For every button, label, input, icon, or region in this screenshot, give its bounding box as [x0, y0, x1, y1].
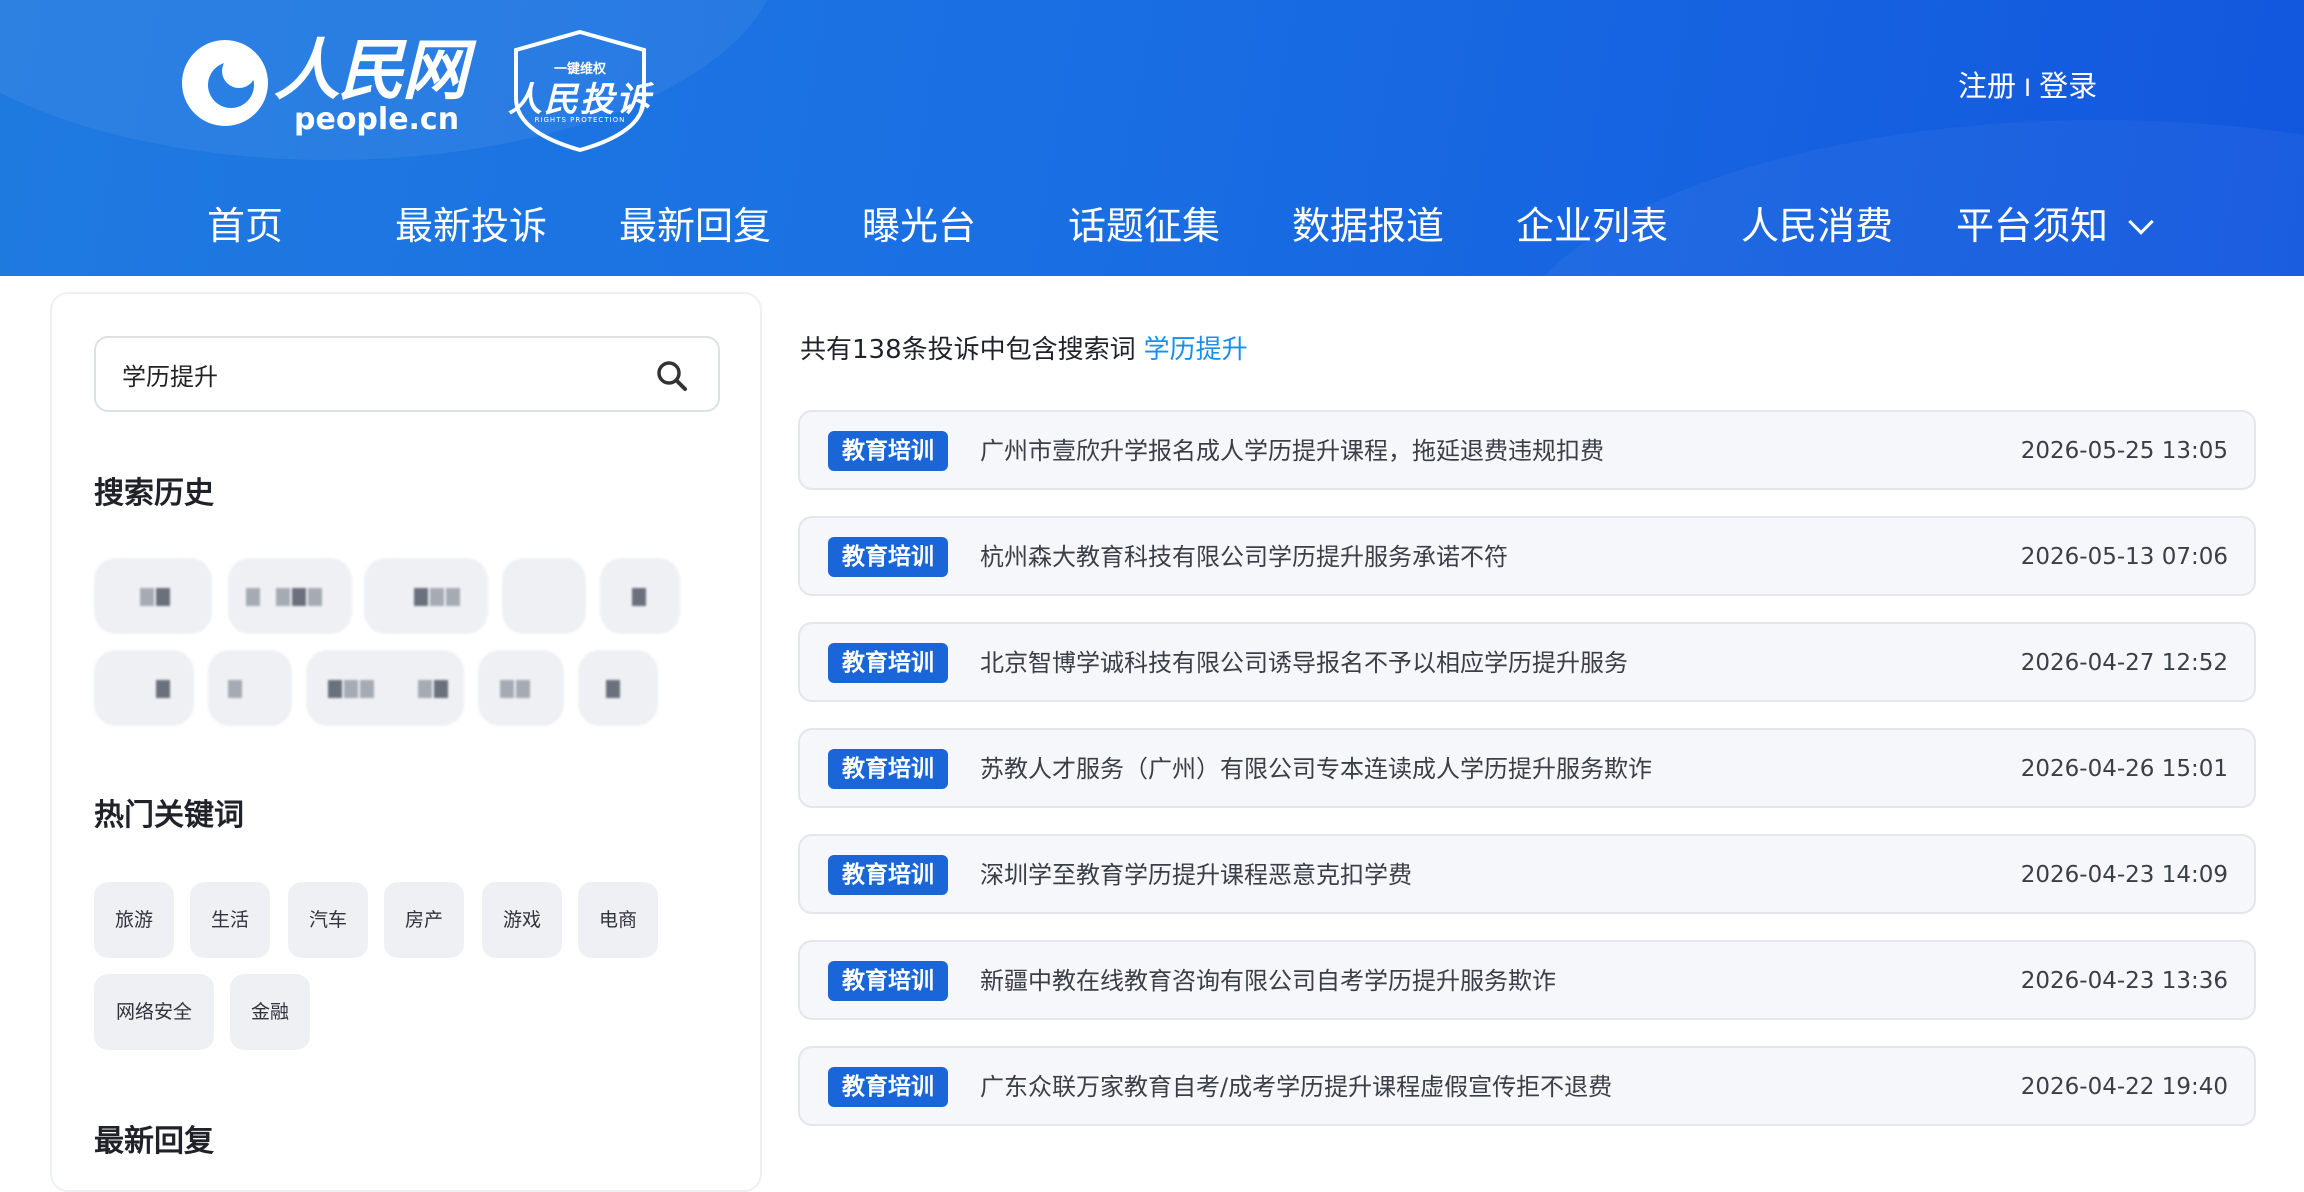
keyword-chip-real-estate[interactable]: 房产 [384, 882, 464, 958]
complaint-date: 2026-04-26 15:01 [2020, 756, 2228, 782]
history-chip-redacted[interactable] [578, 650, 658, 726]
complaint-title[interactable]: 广东众联万家教育自考/成考学历提升课程虚假宣传拒不退费 [980, 1068, 1612, 1106]
complaint-title[interactable]: 杭州森大教育科技有限公司学历提升服务承诺不符 [980, 538, 1508, 576]
sidebar-panel: 搜索历史 热门关键词 旅游 生活 汽车 房产 游戏 电商 网络安全 金融 最新回… [50, 292, 762, 1192]
people-cn-logo[interactable]: 人民网 people.cn [182, 30, 468, 140]
history-chip-redacted[interactable] [364, 558, 488, 634]
keyword-chip-ecommerce[interactable]: 电商 [578, 882, 658, 958]
keyword-chip-travel[interactable]: 旅游 [94, 882, 174, 958]
nav-item-data-reports[interactable]: 数据报道 [1292, 196, 1444, 256]
latest-replies-title: 最新回复 [94, 1124, 214, 1159]
nav-item-latest-replies[interactable]: 最新回复 [619, 196, 771, 256]
nav-item-companies[interactable]: 企业列表 [1516, 196, 1668, 256]
category-tag: 教育培训 [828, 749, 948, 789]
category-tag: 教育培训 [828, 643, 948, 683]
history-chip-redacted[interactable] [306, 650, 464, 726]
search-history-title: 搜索历史 [94, 476, 214, 511]
nav-item-latest-complaints[interactable]: 最新投诉 [395, 196, 547, 256]
complaint-date: 2026-04-23 13:36 [2020, 968, 2228, 994]
category-tag: 教育培训 [828, 1067, 948, 1107]
main-nav: 首页 最新投诉 最新回复 曝光台 话题征集 数据报道 企业列表 人民消费 平台须… [0, 196, 2304, 256]
complaint-list-item[interactable]: 教育培训 广州市壹欣升学报名成人学历提升课程，拖延退费违规扣费 2026-05-… [798, 410, 2256, 490]
site-header: 人民网 people.cn 一键维权 人民投诉 RIGHTS PROTECTIO… [0, 0, 2304, 276]
auth-separator: I [2024, 74, 2032, 102]
search-summary: 共有138条投诉中包含搜索词 学历提升 [800, 332, 1248, 368]
keyword-chip-games[interactable]: 游戏 [482, 882, 562, 958]
complaint-list-item[interactable]: 教育培训 苏教人才服务（广州）有限公司专本连读成人学历提升服务欺诈 2026-0… [798, 728, 2256, 808]
complaint-title[interactable]: 新疆中教在线教育咨询有限公司自考学历提升服务欺诈 [980, 962, 1556, 1000]
complaint-date: 2026-05-13 07:06 [2020, 544, 2228, 570]
history-chip-redacted[interactable] [94, 558, 212, 634]
hot-keywords-title: 热门关键词 [94, 798, 244, 833]
history-chip-redacted[interactable] [502, 558, 586, 634]
keyword-chip-finance[interactable]: 金融 [230, 974, 310, 1050]
chevron-down-icon [2128, 209, 2154, 235]
complaint-title[interactable]: 北京智博学诚科技有限公司诱导报名不予以相应学历提升服务 [980, 644, 1628, 682]
history-chip-redacted[interactable] [600, 558, 680, 634]
category-tag: 教育培训 [828, 431, 948, 471]
people-cn-emblem-icon [182, 40, 268, 126]
complaint-title[interactable]: 深圳学至教育学历提升课程恶意克扣学费 [980, 856, 1412, 894]
complaint-list-item[interactable]: 教育培训 北京智博学诚科技有限公司诱导报名不予以相应学历提升服务 2026-04… [798, 622, 2256, 702]
complaint-date: 2026-04-27 12:52 [2020, 650, 2228, 676]
history-chip-redacted[interactable] [208, 650, 292, 726]
complaint-badge-logo[interactable]: 一键维权 人民投诉 RIGHTS PROTECTION [494, 28, 666, 152]
nav-item-platform-notice-label: 平台须知 [1956, 204, 2109, 248]
nav-item-platform-notice[interactable]: 平台须知 [1956, 196, 2154, 256]
history-chip-redacted[interactable] [228, 558, 352, 634]
register-link[interactable]: 注册 [1958, 69, 2016, 103]
history-chip-redacted[interactable] [94, 650, 194, 726]
history-chip-redacted[interactable] [478, 650, 564, 726]
category-tag: 教育培训 [828, 855, 948, 895]
login-link[interactable]: 登录 [2039, 69, 2097, 103]
search-input[interactable] [122, 350, 642, 398]
nav-item-exposure[interactable]: 曝光台 [862, 196, 976, 256]
logo-english-text: people.cn [294, 102, 460, 137]
category-tag: 教育培训 [828, 961, 948, 1001]
badge-title: 人民投诉 [508, 80, 652, 120]
complaint-list-item[interactable]: 教育培训 广东众联万家教育自考/成考学历提升课程虚假宣传拒不退费 2026-04… [798, 1046, 2256, 1126]
complaint-date: 2026-05-25 13:05 [2020, 438, 2228, 464]
search-summary-text: 共有138条投诉中包含搜索词 [800, 335, 1136, 365]
nav-item-people-consumption[interactable]: 人民消费 [1741, 196, 1893, 256]
badge-subtitle: RIGHTS PROTECTION [534, 116, 626, 124]
keyword-chip-network-security[interactable]: 网络安全 [94, 974, 214, 1050]
complaint-date: 2026-04-23 14:09 [2020, 862, 2228, 888]
nav-item-topics[interactable]: 话题征集 [1068, 196, 1220, 256]
auth-links: 注册 I 登录 [1958, 66, 2097, 108]
category-tag: 教育培训 [828, 537, 948, 577]
search-summary-term: 学历提升 [1143, 335, 1248, 365]
search-icon[interactable] [652, 356, 692, 396]
search-box [94, 336, 720, 412]
complaint-list-item[interactable]: 教育培训 深圳学至教育学历提升课程恶意克扣学费 2026-04-23 14:09 [798, 834, 2256, 914]
nav-item-home[interactable]: 首页 [207, 196, 283, 256]
keyword-chip-auto[interactable]: 汽车 [288, 882, 368, 958]
complaint-date: 2026-04-22 19:40 [2020, 1074, 2228, 1100]
complaint-list-item[interactable]: 教育培训 新疆中教在线教育咨询有限公司自考学历提升服务欺诈 2026-04-23… [798, 940, 2256, 1020]
keyword-chip-life[interactable]: 生活 [190, 882, 270, 958]
logo-chinese-text: 人民网 [274, 31, 468, 109]
complaint-list-item[interactable]: 教育培训 杭州森大教育科技有限公司学历提升服务承诺不符 2026-05-13 0… [798, 516, 2256, 596]
complaint-title[interactable]: 广州市壹欣升学报名成人学历提升课程，拖延退费违规扣费 [980, 432, 1604, 470]
complaint-title[interactable]: 苏教人才服务（广州）有限公司专本连读成人学历提升服务欺诈 [980, 750, 1652, 788]
